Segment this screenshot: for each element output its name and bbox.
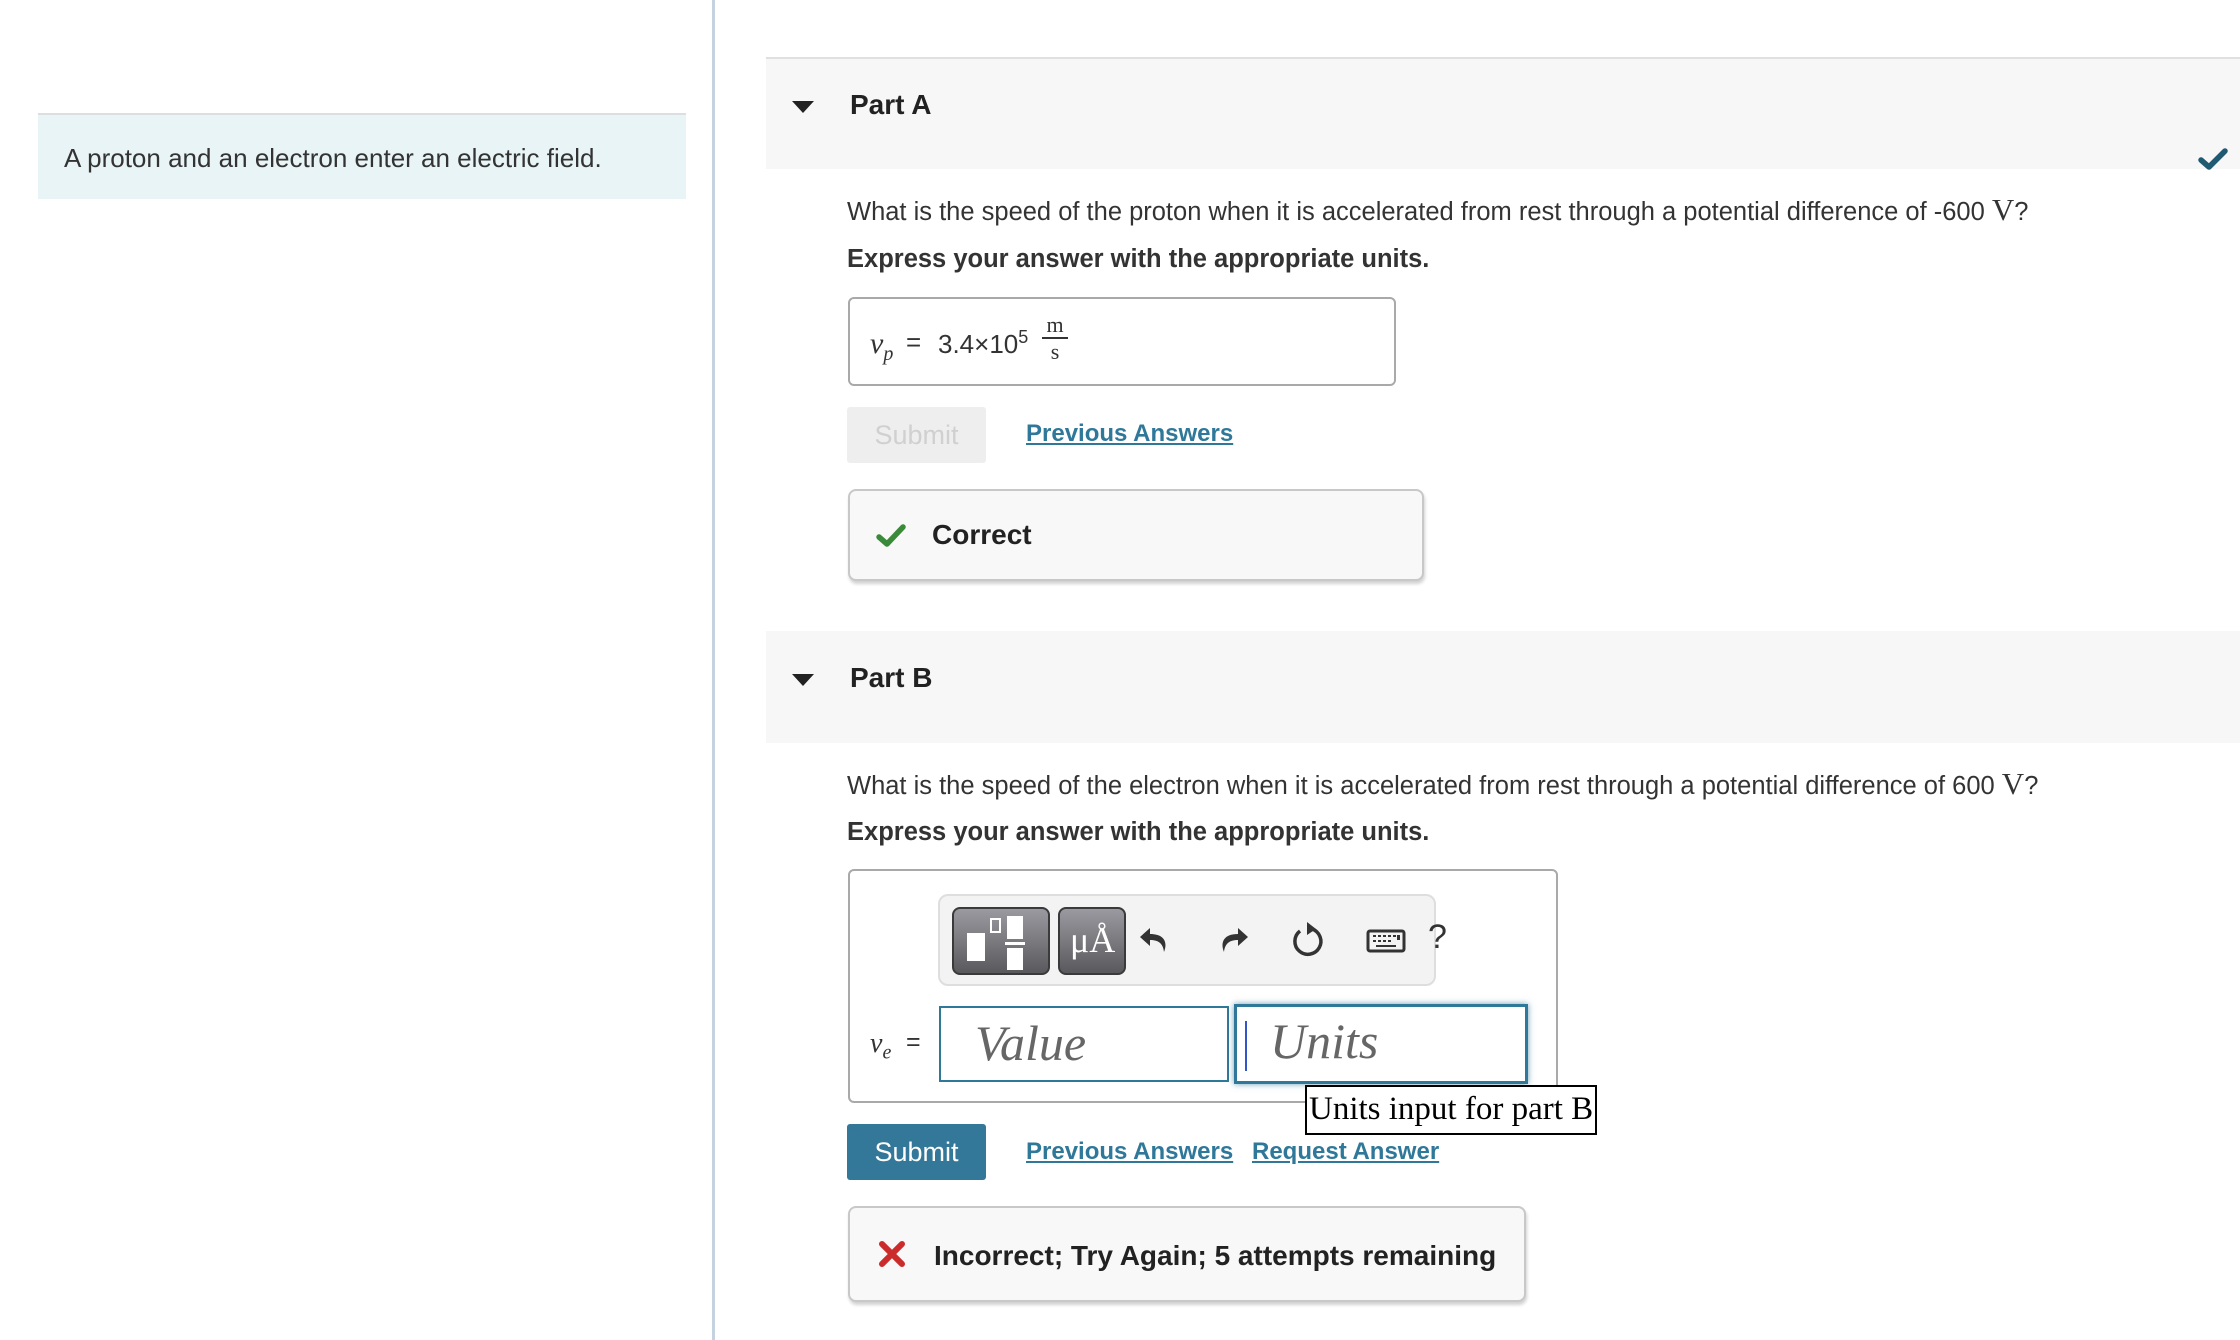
fraction-template-icon	[967, 916, 1025, 970]
text-cursor	[1245, 1021, 1247, 1071]
part-b-feedback: Incorrect; Try Again; 5 attempts remaini…	[848, 1206, 1526, 1302]
part-a-question: What is the speed of the proton when it …	[847, 192, 2028, 228]
part-b-title: Part B	[850, 662, 933, 693]
math-toolbar: μÅ ?	[938, 894, 1447, 986]
collapse-caret-icon[interactable]	[792, 674, 814, 686]
part-b-header[interactable]: Part B	[766, 631, 2240, 743]
feedback-text: Correct	[932, 519, 1032, 550]
feedback-text: Incorrect; Try Again; 5 attempts remaini…	[934, 1240, 1497, 1271]
pane-divider[interactable]	[712, 0, 715, 1340]
unit-numerator: m	[1042, 313, 1068, 339]
keyboard-icon[interactable]	[1366, 920, 1406, 960]
answer-variable: vp	[870, 327, 894, 365]
part-b-submit-button[interactable]: Submit	[847, 1124, 986, 1180]
request-answer-link[interactable]: Request Answer	[1252, 1138, 1439, 1166]
part-a-instruction: Express your answer with the appropriate…	[847, 245, 1430, 273]
undo-icon[interactable]	[1136, 920, 1176, 960]
problem-intro-text: A proton and an electron enter an electr…	[64, 143, 602, 173]
units-input[interactable]: Units	[1234, 1004, 1528, 1084]
question-text: What is the speed of the electron when i…	[847, 772, 2002, 800]
part-a-answer-box: vp = 3.4×105 m s	[848, 297, 1396, 386]
part-a-previous-answers-link[interactable]: Previous Answers	[1026, 420, 1233, 448]
units-button[interactable]: μÅ	[1058, 907, 1126, 975]
part-b-question: What is the speed of the electron when i…	[847, 766, 2038, 802]
question-text: What is the speed of the proton when it …	[847, 198, 1992, 226]
answer-equals: =	[906, 1028, 921, 1056]
answer-variable: ve	[870, 1028, 892, 1064]
question-suffix: ?	[2014, 198, 2029, 226]
correct-check-icon	[876, 524, 906, 547]
units-placeholder: Units	[1270, 1013, 1379, 1069]
value-placeholder: Value	[975, 1015, 1087, 1071]
question-suffix: ?	[2024, 772, 2039, 800]
left-pane: A proton and an electron enter an electr…	[0, 0, 712, 1340]
problem-intro: A proton and an electron enter an electr…	[38, 113, 686, 199]
value-input[interactable]: Value	[939, 1006, 1229, 1082]
completed-check-icon	[2198, 148, 2228, 170]
part-a-submit-button[interactable]: Submit	[847, 407, 986, 463]
answer-equals: =	[906, 327, 922, 357]
unit-denominator: s	[1050, 339, 1060, 364]
reset-icon[interactable]	[1288, 920, 1328, 960]
units-symbol-icon: μÅ	[1070, 920, 1116, 960]
templates-button[interactable]	[952, 907, 1050, 975]
help-button[interactable]: ?	[1428, 918, 1447, 957]
redo-icon[interactable]	[1212, 920, 1252, 960]
part-a-header[interactable]: Part A	[766, 57, 2240, 170]
question-unit: V	[2001, 766, 2025, 801]
question-unit: V	[1991, 192, 2015, 227]
units-input-tooltip: Units input for part B	[1305, 1085, 1598, 1135]
part-a-title: Part A	[850, 89, 932, 120]
part-b-answer-box: μÅ ? ve = Value Units	[848, 869, 1558, 1103]
incorrect-x-icon	[879, 1241, 905, 1267]
part-b-previous-answers-link[interactable]: Previous Answers	[1026, 1138, 1233, 1166]
answer-unit: m s	[1042, 313, 1068, 365]
answer-value: 3.4×105	[938, 327, 1029, 359]
part-a-feedback: Correct	[848, 489, 1424, 581]
part-b-instruction: Express your answer with the appropriate…	[847, 818, 1430, 846]
collapse-caret-icon[interactable]	[792, 101, 814, 113]
